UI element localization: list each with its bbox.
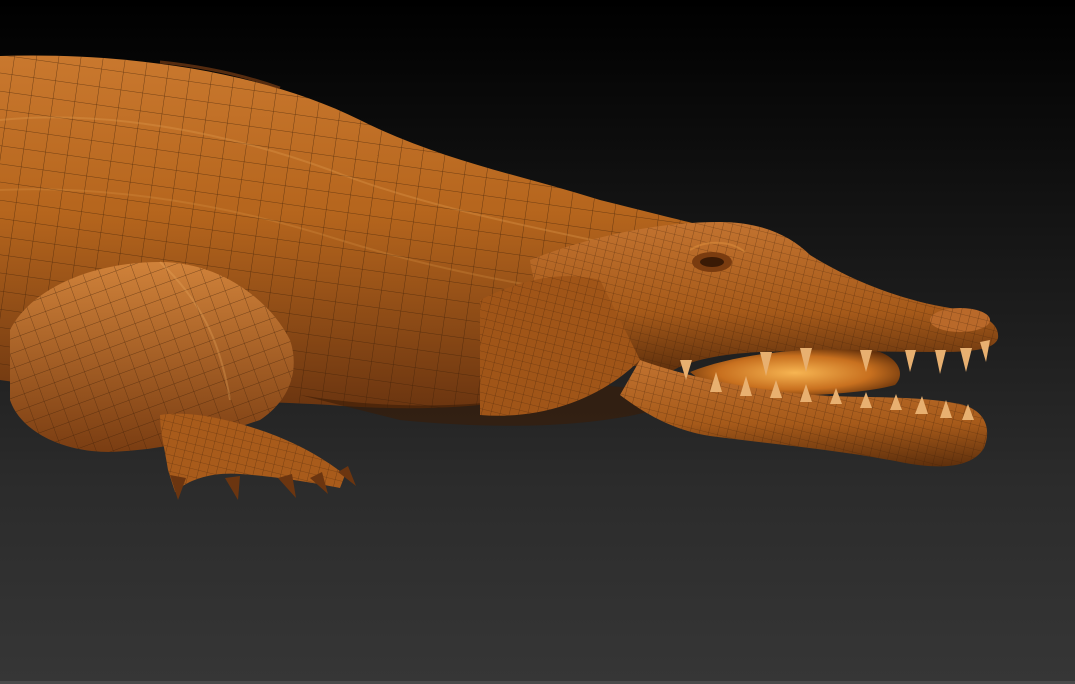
crocodile-head [480,222,999,467]
crocodile-model-render[interactable] [0,0,1075,684]
crocodile-snout-tip [930,308,990,332]
3d-viewport[interactable] [0,0,1075,684]
